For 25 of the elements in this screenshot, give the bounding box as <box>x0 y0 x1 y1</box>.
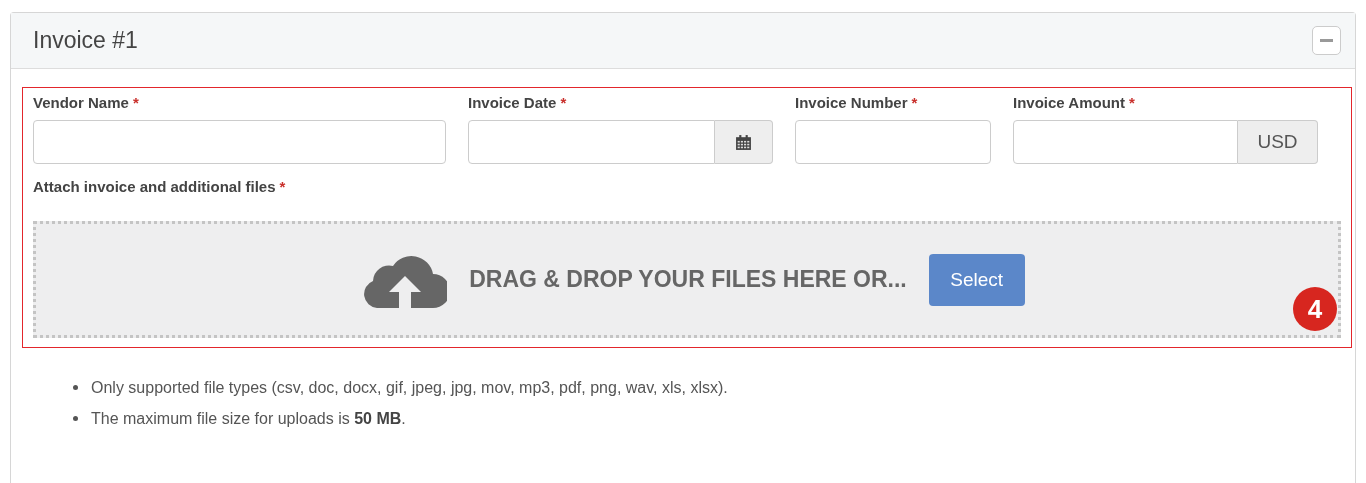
field-label: Invoice Amount <box>1013 94 1125 111</box>
collapse-button[interactable] <box>1312 26 1341 55</box>
field-label: Attach invoice and additional files <box>33 178 276 195</box>
required-mark: * <box>560 94 567 111</box>
input-field[interactable] <box>1013 120 1238 164</box>
note-text: The maximum file size for uploads is 50 MB. <box>91 409 406 428</box>
field-label: Invoice Date <box>468 94 557 111</box>
currency-addon: USD <box>1238 120 1318 164</box>
field-label: Invoice Number <box>795 94 908 111</box>
required-mark: * <box>1128 94 1135 111</box>
drop-instruction: DRAG & DROP YOUR FILES HERE OR... <box>469 266 907 293</box>
panel-title: Invoice #1 <box>33 27 138 54</box>
calendar-icon <box>735 133 752 151</box>
bullet-icon <box>73 416 78 421</box>
required-mark: * <box>279 178 286 195</box>
input-field[interactable] <box>795 120 991 164</box>
input-field[interactable] <box>33 120 446 164</box>
bullet-icon <box>73 385 78 390</box>
required-mark: * <box>911 94 918 111</box>
field-label: Vendor Name <box>33 94 129 111</box>
date-picker-button[interactable] <box>715 120 773 164</box>
input-field[interactable] <box>468 120 715 164</box>
select-button[interactable]: Select <box>928 253 1025 306</box>
note-text: Only supported file types (csv, doc, docx, gif, jpeg, jpg, mov, mp3, pdf, png, wav, xls, xlsx). <box>91 378 728 397</box>
required-mark: * <box>132 94 139 111</box>
